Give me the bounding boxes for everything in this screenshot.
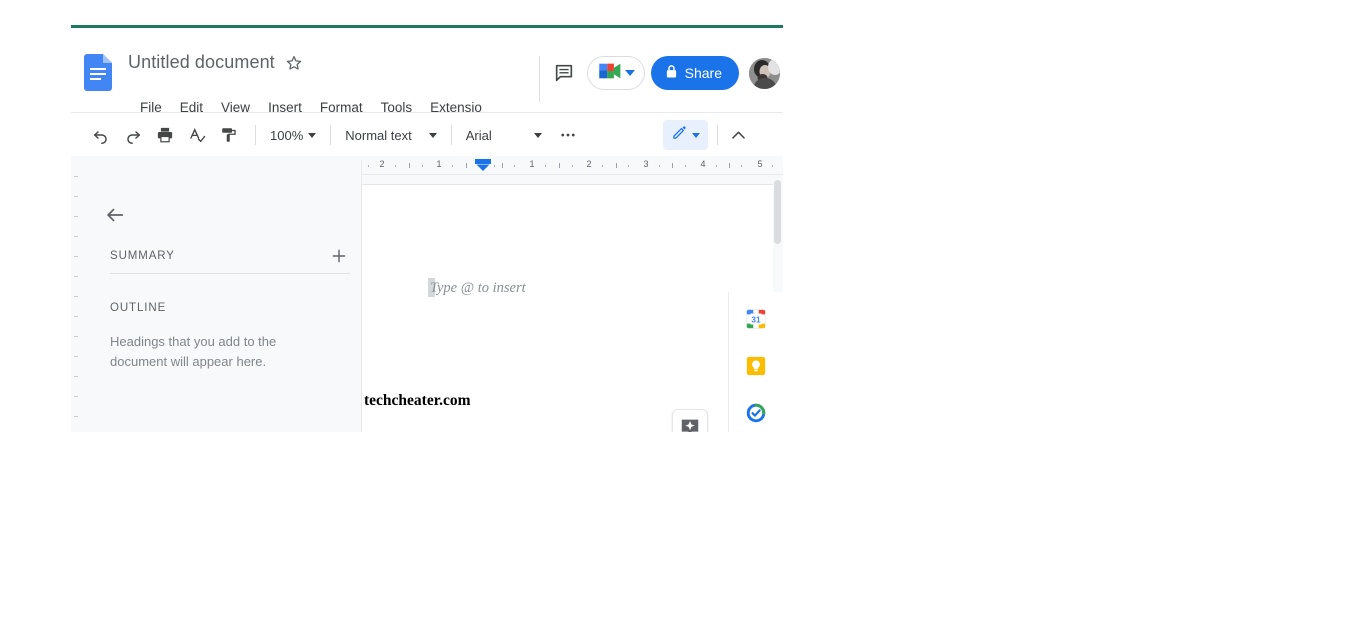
redo-icon[interactable] [119,121,147,149]
editing-mode-button[interactable] [663,120,708,150]
chevron-down-icon [429,133,437,138]
outline-label: OUTLINE [110,302,166,314]
collapse-toolbar-button[interactable] [725,121,753,149]
chevron-down-icon [534,133,542,138]
undo-icon[interactable] [87,121,115,149]
ruler-tick-label: 3 [643,159,648,169]
google-meet-button[interactable] [587,56,645,90]
lock-icon [665,64,678,82]
app-header: Untitled document File Edit View Insert … [71,28,783,113]
avatar[interactable] [749,58,780,89]
toolbar-divider [255,125,256,145]
panel-divider [110,273,350,274]
star-icon[interactable] [285,54,303,72]
document-title-row: Untitled document [128,52,303,73]
zoom-value: 100% [270,128,303,143]
ruler-tick-label: 4 [700,159,705,169]
document-page[interactable]: Type @ to insert techcheater.com [361,184,781,432]
editor-body: SUMMARY OUTLINE Headings that you add to… [71,156,783,432]
summary-label: SUMMARY [110,250,175,262]
plus-icon[interactable] [328,245,350,267]
outline-empty-hint: Headings that you add to the document wi… [110,332,300,372]
toolbar-divider [451,125,452,145]
paint-format-icon[interactable] [215,121,243,149]
share-button[interactable]: Share [651,56,739,90]
google-docs-window: Untitled document File Edit View Insert … [71,20,783,432]
watermark-text: techcheater.com [364,392,471,410]
font-value: Arial [466,128,492,143]
share-button-label: Share [685,65,722,81]
google-keep-icon[interactable] [739,353,773,378]
vertical-scrollbar[interactable] [774,180,781,244]
ruler-tick-label: 2 [379,159,384,169]
back-arrow-icon[interactable] [102,202,128,228]
insert-placeholder: Type @ to insert [430,280,526,297]
ruler-tick-label: 1 [436,159,441,169]
toolbar-divider [717,125,718,145]
summary-header: SUMMARY [110,245,350,267]
comment-bubble-icon[interactable] [545,54,583,92]
google-docs-logo-icon[interactable] [84,54,112,91]
font-family-select[interactable]: Arial [460,121,548,149]
ruler-tick-label: 2 [586,159,591,169]
paragraph-style-select[interactable]: Normal text [339,121,442,149]
formatting-toolbar: 100% Normal text Arial [71,114,783,156]
zoom-select[interactable]: 100% [264,121,322,149]
page-title[interactable]: Untitled document [128,52,275,73]
google-calendar-icon[interactable]: 31 [739,306,773,331]
header-actions: Share [545,54,782,92]
svg-text:31: 31 [751,315,761,324]
chevron-down-icon [308,133,316,138]
more-options-icon[interactable] [554,121,582,149]
google-meet-icon [596,60,622,87]
header-divider [539,56,540,102]
horizontal-ruler[interactable]: 2 1 1 2 3 [362,156,783,175]
ruler-tick-label: 1 [529,159,534,169]
print-icon[interactable] [151,121,179,149]
style-value: Normal text [345,128,411,143]
google-tasks-icon[interactable] [739,400,773,425]
chevron-down-icon [625,64,635,82]
chevron-down-icon [692,133,700,138]
edit-pencil-icon [671,124,688,146]
ruler-tick-label: 5 [757,159,762,169]
spellcheck-icon[interactable] [183,121,211,149]
toolbar-divider [330,125,331,145]
outline-panel: SUMMARY OUTLINE Headings that you add to… [80,160,362,432]
explore-button[interactable] [672,409,708,432]
side-app-rail: 31 [728,292,783,432]
